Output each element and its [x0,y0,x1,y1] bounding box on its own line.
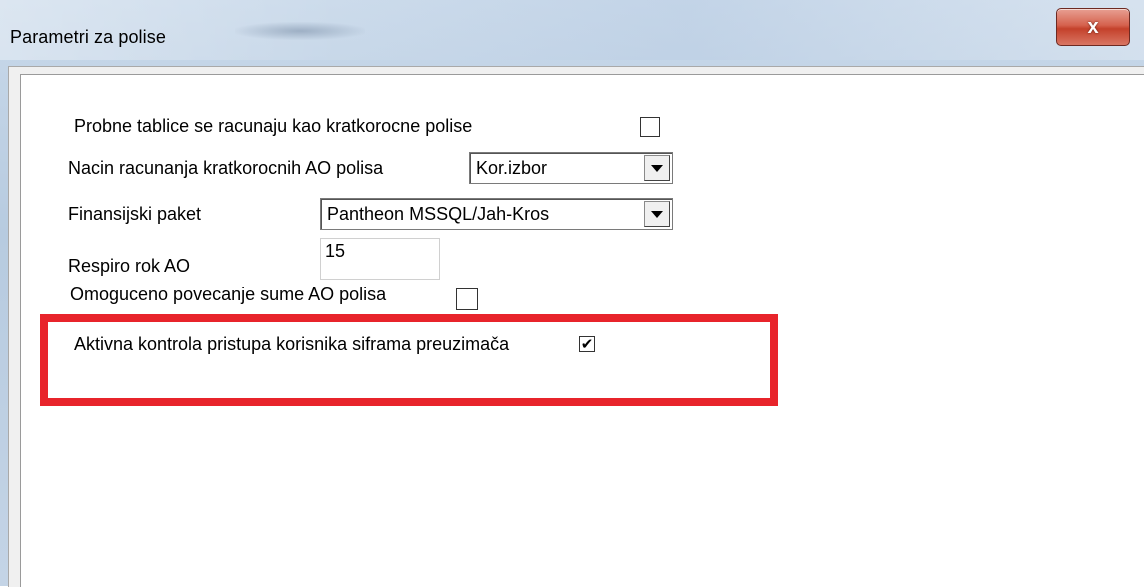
probne-tablice-checkbox[interactable] [640,117,660,137]
finansijski-paket-value: Pantheon MSSQL/Jah-Kros [327,204,550,224]
povecanje-sume-row: Omoguceno povecanje sume AO polisa [60,287,500,311]
highlight-box [40,314,778,406]
respiro-rok-label: Respiro rok AO [68,256,191,276]
chevron-down-icon[interactable] [644,155,670,181]
finansijski-paket-label: Finansijski paket [68,204,202,224]
nacin-racunanja-select[interactable]: Kor.izbor [469,152,673,184]
chevron-down-icon[interactable] [644,201,670,227]
close-button[interactable]: x [1056,8,1130,46]
finansijski-paket-select[interactable]: Pantheon MSSQL/Jah-Kros [320,198,673,230]
povecanje-sume-label: Omoguceno povecanje sume AO polisa [70,287,387,304]
respiro-rok-value: 15 [325,241,346,261]
redacted-title-area [235,22,365,40]
close-icon: x [1087,15,1099,38]
respiro-rok-input[interactable]: 15 [320,238,440,280]
povecanje-sume-checkbox[interactable] [456,288,478,310]
nacin-racunanja-value: Kor.izbor [476,158,548,178]
window-frame: Parametri za polise x Probne tablice se … [0,0,1144,587]
nacin-racunanja-label: Nacin racunanja kratkorocnih AO polisa [68,158,384,178]
probne-tablice-label: Probne tablice se racunaju kao kratkoroc… [74,116,473,136]
window-title: Parametri za polise [10,27,166,47]
titlebar [0,0,1144,60]
